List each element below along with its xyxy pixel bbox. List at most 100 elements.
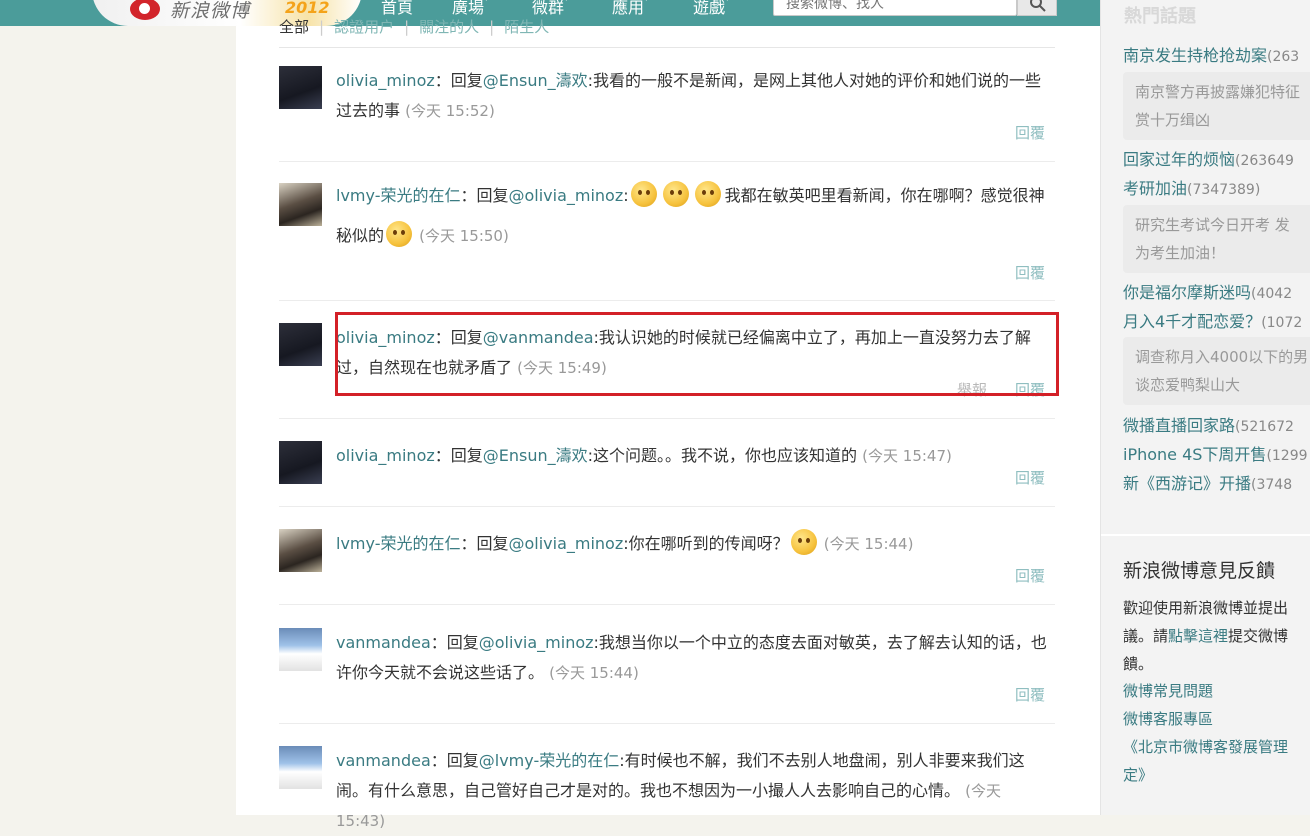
tab-separator: | [404, 18, 410, 36]
search-button[interactable] [1017, 0, 1057, 16]
avatar[interactable] [279, 323, 322, 366]
avatar[interactable] [279, 66, 322, 109]
topic-summary-box: 研究生考试今日开考 发 为考生加油！ [1123, 205, 1310, 273]
topic-count: (263649 [1235, 153, 1294, 169]
comment-time: (今天 15:44) [549, 664, 639, 682]
chevron-down-icon: ▾ [484, 0, 489, 4]
filter-tabs: 全部 | 認證用户 | 關注的人 | 陌生人 [279, 16, 549, 37]
topic-summary-line: 研究生考试今日开考 发 [1135, 216, 1290, 234]
topic-summary-line: 赏十万缉凶 [1135, 111, 1211, 129]
reply-prefix: ：回复 [434, 71, 483, 90]
hot-topic-item[interactable]: iPhone 4S下周开售(1299 [1123, 441, 1308, 465]
reply-button[interactable]: 回覆 [1015, 684, 1045, 705]
weibo-eye-icon [130, 0, 160, 20]
comment-username[interactable]: olivia_minoz [336, 446, 435, 465]
mention-link[interactable]: @Ensun_濤欢 [483, 446, 588, 465]
comment-time: (今天 15:50) [419, 227, 509, 245]
topic-name: iPhone 4S下周开售 [1123, 445, 1267, 464]
logo-text: 新浪微博 [170, 0, 251, 22]
comment-username[interactable]: lvmy-荣光的在仁 [336, 534, 460, 553]
mention-link[interactable]: @olivia_minoz [508, 186, 623, 205]
topic-summary-box: 南京警方再披露嫌犯特征 赏十万缉凶 [1123, 72, 1310, 140]
topic-name: 回家过年的烦恼 [1123, 150, 1236, 169]
feedback-text-part: 提交微博 [1228, 627, 1289, 645]
right-sidebar: 熱門話題 南京发生持枪抢劫案(263 南京警方再披露嫌犯特征 赏十万缉凶 回家过… [1100, 0, 1310, 815]
nav-groups-label: 微群 [532, 0, 565, 17]
topic-name: 新《西游记》开播 [1123, 474, 1252, 493]
feedback-line: 歡迎使用新浪微博並提出 [1123, 599, 1289, 617]
topic-count: (263 [1267, 49, 1300, 65]
comment-body: vanmandea：回复@olivia_minoz:我想当你以一个中立的态度去面… [336, 628, 1048, 688]
comment-username[interactable]: vanmandea [336, 633, 431, 652]
topic-name: 南京发生持枪抢劫案 [1123, 46, 1268, 65]
feedback-text-part: 議。請 [1123, 627, 1169, 645]
avatar[interactable] [279, 183, 322, 226]
confused-emoji-icon [662, 181, 689, 207]
customer-service-link[interactable]: 微博客服專區 [1123, 708, 1213, 729]
reply-prefix: ：回复 [460, 186, 509, 205]
avatar[interactable] [279, 628, 322, 671]
topic-name: 考研加油 [1123, 179, 1188, 198]
reply-button[interactable]: 回覆 [1015, 565, 1045, 586]
reply-button[interactable]: 回覆 [1015, 262, 1045, 283]
search-input[interactable] [773, 0, 1017, 16]
comment-body: olivia_minoz：回复@Ensun_濤欢:这个问题。。我不说，你也应该知… [336, 441, 1048, 471]
tab-following[interactable]: 關注的人 [419, 18, 479, 36]
divider [279, 47, 1055, 48]
chevron-down-icon: ▾ [564, 0, 569, 4]
faq-link[interactable]: 微博常見問題 [1123, 680, 1213, 701]
comment-time: (今天 15:52) [405, 102, 495, 120]
topic-summary-line: 谈恋爱鸭梨山大 [1135, 376, 1241, 394]
hot-topic-item[interactable]: 新《西游记》开播(3748 [1123, 470, 1292, 494]
shy-emoji-icon [386, 221, 413, 247]
regulation-link[interactable]: 《北京市微博客發展管理 [1123, 736, 1288, 757]
nav-apps[interactable]: 應用▾ [612, 0, 649, 18]
tab-strangers[interactable]: 陌生人 [504, 18, 549, 36]
hot-topic-item[interactable]: 你是福尔摩斯迷吗(4042 [1123, 279, 1292, 303]
topic-summary-line: 调查称月入4000以下的男 [1135, 348, 1309, 366]
divider [1101, 534, 1310, 536]
mention-link[interactable]: @Ensun_濤欢 [483, 71, 588, 90]
hot-topic-item[interactable]: 月入4千才配恋爱？(1072 [1123, 308, 1302, 332]
nav-apps-label: 應用 [612, 0, 645, 17]
hot-topics-title: 熱門話題 [1124, 6, 1196, 27]
mention-link[interactable]: @olivia_minoz [479, 633, 594, 652]
comment-username[interactable]: olivia_minoz [336, 71, 435, 90]
avatar[interactable] [279, 529, 322, 572]
hot-topic-item[interactable]: 微播直播回家路(521672 [1123, 412, 1294, 436]
avatar[interactable] [279, 441, 322, 484]
topic-name: 月入4千才配恋爱？ [1123, 312, 1262, 331]
topic-count: (3748 [1251, 477, 1293, 493]
chevron-down-icon: ▾ [644, 0, 649, 4]
logo-year: 2012 [285, 0, 330, 17]
chevron-down-icon: ▾ [725, 0, 730, 4]
hot-topic-item[interactable]: 南京发生持枪抢劫案(263 [1123, 42, 1299, 66]
feedback-text: 歡迎使用新浪微博並提出 議。請點擊這裡提交微博 饋。 [1123, 594, 1310, 678]
divider [279, 300, 1055, 301]
avatar[interactable] [279, 746, 322, 789]
topic-name: 微播直播回家路 [1123, 416, 1236, 435]
reply-button[interactable]: 回覆 [1015, 122, 1045, 143]
nav-square-label: 廣場 [452, 0, 485, 17]
topic-count: (7347389) [1187, 182, 1261, 198]
topic-count: (521672 [1235, 419, 1294, 435]
tab-separator: | [489, 18, 495, 36]
comment-time: (今天 15:47) [862, 447, 952, 465]
feedback-click-here-link[interactable]: 點擊這裡 [1168, 627, 1228, 645]
hot-topic-item[interactable]: 考研加油(7347389) [1123, 175, 1260, 199]
nav-games[interactable]: 遊戲▾ [693, 0, 730, 18]
mention-link[interactable]: @lvmy-荣光的在仁 [479, 751, 619, 770]
nav-home-label: 首頁 [381, 0, 414, 17]
topic-summary-line: 南京警方再披露嫌犯特征 [1135, 83, 1301, 101]
tab-verified[interactable]: 認證用户 [334, 18, 394, 36]
regulation-link-cont[interactable]: 定》 [1123, 764, 1153, 785]
reply-button[interactable]: 回覆 [1015, 467, 1045, 488]
confused-emoji-icon [694, 181, 721, 207]
comment-username[interactable]: vanmandea [336, 751, 431, 770]
tab-all[interactable]: 全部 [279, 18, 309, 36]
hot-topic-item[interactable]: 回家过年的烦恼(263649 [1123, 146, 1294, 170]
tab-separator: | [319, 18, 325, 36]
divider [279, 161, 1055, 162]
comment-username[interactable]: lvmy-荣光的在仁 [336, 186, 460, 205]
mention-link[interactable]: @olivia_minoz [508, 534, 623, 553]
